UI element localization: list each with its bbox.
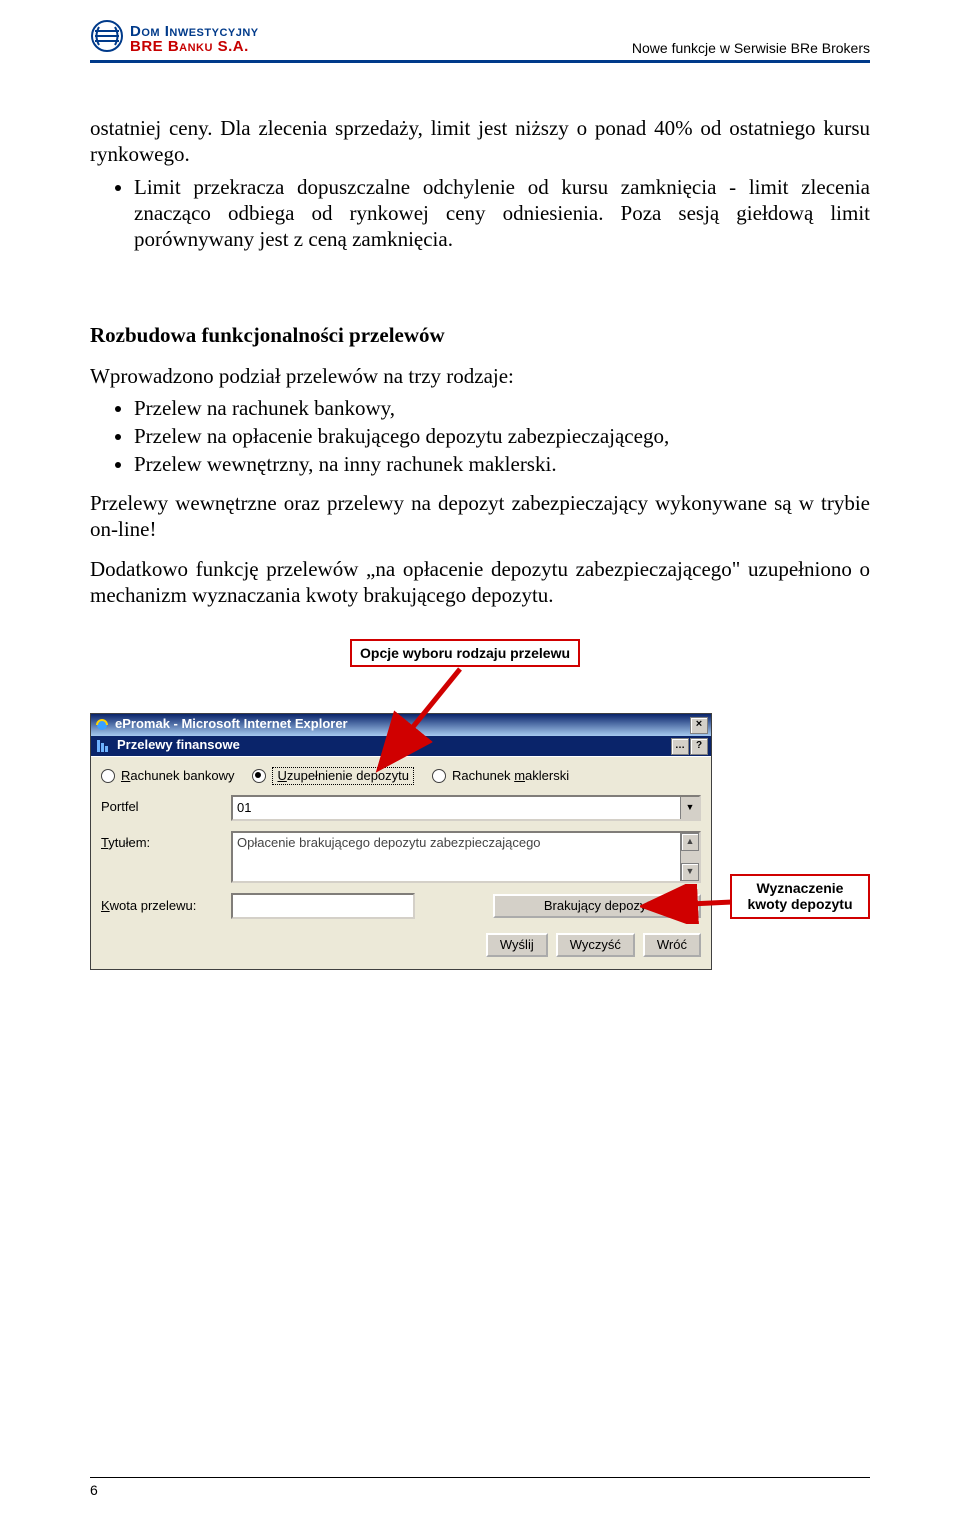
bullet-list-upper: Limit przekracza dopuszczalne odchylenie…: [90, 174, 870, 253]
ie-title-text: ePromak - Microsoft Internet Explorer: [115, 716, 348, 732]
button-wyslij[interactable]: Wyślij: [486, 933, 548, 957]
row-portfel: Portfel 01 ▼: [101, 795, 701, 821]
arrow-icon: [370, 665, 480, 775]
toolbar-help-button[interactable]: ?: [690, 738, 708, 755]
label-kwota: Kwota przelewu:: [101, 898, 221, 914]
document-page: Dom Inwestycyjny BRE Banku S.A. Nowe fun…: [0, 0, 960, 1528]
form-area: Rachunek bankowy Uzupełnienie depozytu R…: [91, 756, 711, 970]
label-tytulem: Tytułem:: [101, 831, 221, 851]
button-wroc[interactable]: Wróć: [643, 933, 701, 957]
list-item: Przelew wewnętrzny, na inny rachunek mak…: [134, 451, 870, 477]
page-footer: 6: [90, 1477, 870, 1498]
bullet-list-przelewy: Przelew na rachunek bankowy, Przelew na …: [90, 395, 870, 478]
embedded-screenshot: Opcje wyboru rodzaju przelewu Wyznaczeni…: [90, 639, 860, 1059]
list-item: Przelew na opłacenie brakującego depozyt…: [134, 423, 870, 449]
textarea-tytulem[interactable]: Opłacenie brakującego depozytu zabezpiec…: [231, 831, 701, 883]
list-item: Limit przekracza dopuszczalne odchylenie…: [134, 174, 870, 253]
brand-icon: [90, 19, 124, 58]
button-wyczysc[interactable]: Wyczyść: [556, 933, 635, 957]
callout-right: Wyznaczenie kwoty depozytu: [730, 874, 870, 920]
window-close-button[interactable]: ×: [690, 717, 708, 734]
para-prev-continued: ostatniej ceny. Dla zlecenia sprzedaży, …: [90, 115, 870, 168]
header-rule: [90, 60, 870, 63]
scrollbar[interactable]: ▲ ▼: [680, 833, 699, 881]
brand-line2: BRE Banku S.A.: [130, 39, 259, 54]
brand-logo: Dom Inwestycyjny BRE Banku S.A.: [90, 19, 259, 58]
bottom-buttons: Wyślij Wyczyść Wróć: [101, 933, 701, 957]
page-header: Dom Inwestycyjny BRE Banku S.A. Nowe fun…: [90, 12, 870, 58]
heading-przelewy: Rozbudowa funkcjonalności przelewów: [90, 322, 870, 348]
label-portfel: Portfel: [101, 795, 221, 815]
toolbar-more-button[interactable]: …: [671, 738, 689, 755]
textarea-value: Opłacenie brakującego depozytu zabezpiec…: [237, 835, 541, 850]
para-dodatkowo: Dodatkowo funkcję przelewów „na opłaceni…: [90, 556, 870, 609]
scroll-up-icon: ▲: [681, 833, 699, 851]
radio-icon: [252, 769, 266, 783]
page-number: 6: [90, 1482, 870, 1498]
radio-rachunek-bankowy[interactable]: Rachunek bankowy: [101, 768, 234, 784]
row-kwota: Kwota przelewu: Brakujący depozyt: [101, 893, 701, 919]
chevron-down-icon: ▼: [680, 797, 699, 819]
input-kwota[interactable]: [231, 893, 415, 919]
radio-icon: [101, 769, 115, 783]
select-value: 01: [237, 800, 251, 816]
bars-icon: [97, 740, 111, 752]
document-body: ostatniej ceny. Dla zlecenia sprzedaży, …: [90, 71, 870, 1059]
para-online: Przelewy wewnętrzne oraz przelewy na dep…: [90, 490, 870, 543]
ie-logo-icon: [95, 718, 109, 732]
brand-line1: Dom Inwestycyjny: [130, 24, 259, 39]
scroll-down-icon: ▼: [681, 863, 699, 881]
intro-przelewy: Wprowadzono podział przelewów na trzy ro…: [90, 363, 870, 389]
row-tytulem: Tytułem: Opłacenie brakującego depozytu …: [101, 831, 701, 883]
header-right-text: Nowe funkcje w Serwisie BRe Brokers: [632, 40, 870, 58]
radio-label: Rachunek bankowy: [121, 768, 234, 784]
footer-rule: [90, 1477, 870, 1478]
callout-top: Opcje wyboru rodzaju przelewu: [350, 639, 580, 668]
app-title-text: Przelewy finansowe: [117, 737, 240, 753]
select-portfel[interactable]: 01 ▼: [231, 795, 701, 821]
list-item: Przelew na rachunek bankowy,: [134, 395, 870, 421]
arrow-icon: [640, 884, 740, 924]
